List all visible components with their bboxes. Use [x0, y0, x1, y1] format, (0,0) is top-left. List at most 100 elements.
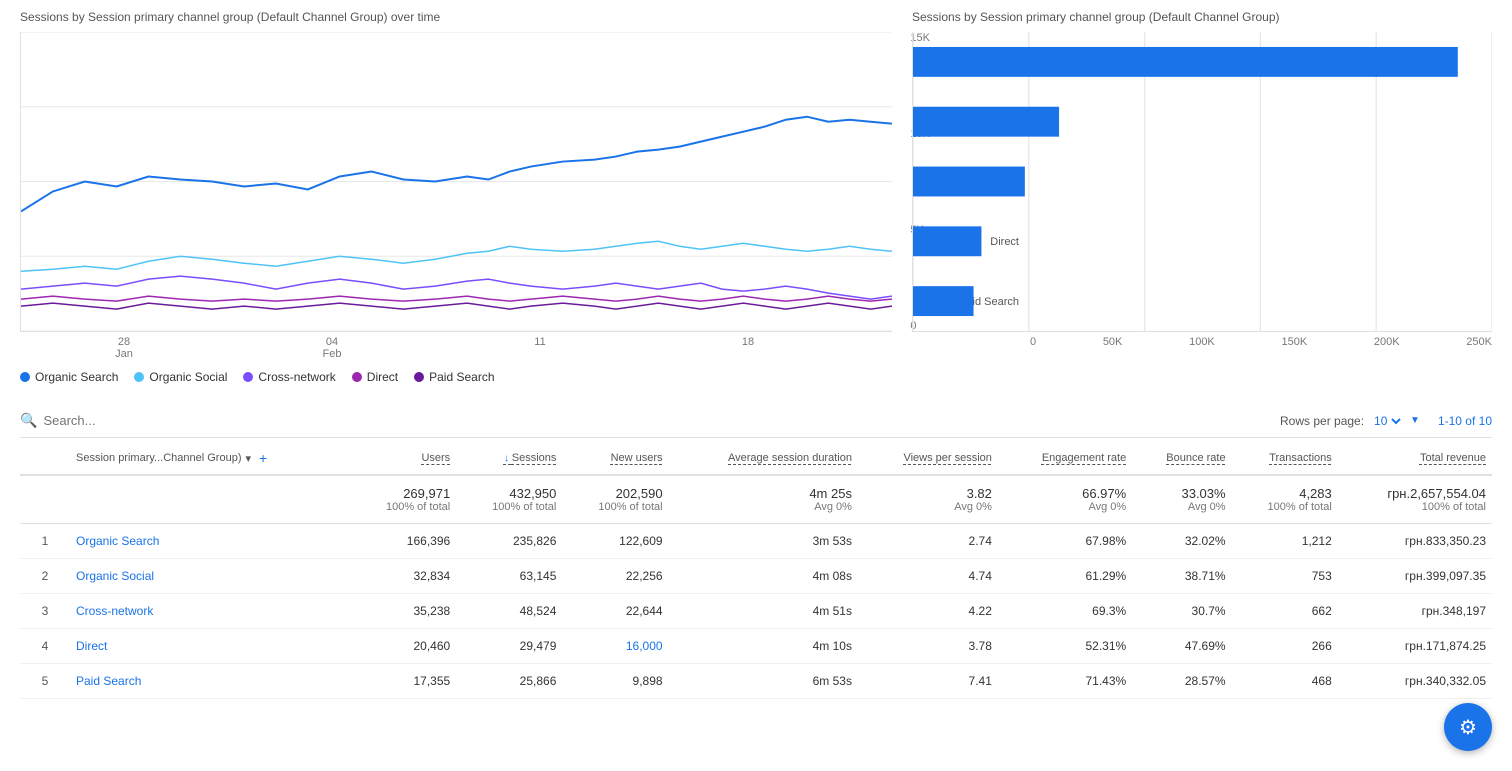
row-3-total-revenue: грн.348,197 — [1338, 594, 1492, 629]
legend-label-organic-search: Organic Search — [35, 370, 118, 384]
row-2-total-revenue: грн.399,097.35 — [1338, 559, 1492, 594]
total-engagement-rate-sub: Avg 0% — [1004, 501, 1126, 513]
total-transactions: 4,283 — [1238, 486, 1332, 501]
row-4-new-users: 16,000 — [562, 629, 668, 664]
rows-per-page-label: Rows per page: — [1280, 414, 1364, 428]
row-4-engagement-rate: 52.31% — [998, 629, 1132, 664]
search-icon: 🔍 — [20, 412, 37, 429]
row-3-users: 35,238 — [350, 594, 456, 629]
bar-x-axis: 0 50K 100K 150K 200K 250K — [912, 336, 1492, 348]
chevron-down-icon: ▼ — [1410, 415, 1420, 426]
bar-direct — [913, 226, 981, 256]
row-1-channel[interactable]: Organic Search — [70, 524, 350, 559]
bar-chart-title: Sessions by Session primary channel grou… — [912, 10, 1492, 24]
legend-item-direct: Direct — [352, 370, 398, 384]
fab-settings-button[interactable]: ⚙ — [1444, 703, 1492, 751]
row-1-new-users: 122,609 — [562, 524, 668, 559]
row-1-transactions: 1,212 — [1232, 524, 1338, 559]
col-header-total-revenue[interactable]: Total revenue — [1338, 442, 1492, 475]
row-3-channel[interactable]: Cross-network — [70, 594, 350, 629]
col-header-channel[interactable]: Session primary...Channel Group) ▾ + — [70, 442, 350, 475]
row-2-bounce-rate: 38.71% — [1132, 559, 1231, 594]
total-bounce-rate-sub: Avg 0% — [1138, 501, 1225, 513]
row-3-engagement-rate: 69.3% — [998, 594, 1132, 629]
col-header-views-per-session[interactable]: Views per session — [858, 442, 998, 475]
row-2-engagement-rate: 61.29% — [998, 559, 1132, 594]
row-5-channel[interactable]: Paid Search — [70, 664, 350, 699]
row-4-avg-session: 4m 10s — [669, 629, 858, 664]
total-revenue: грн.2,657,554.04 — [1344, 486, 1486, 501]
legend-dot-paid-search — [414, 372, 424, 382]
bottom-section: 🔍 Rows per page: 10 25 50 ▼ 1-10 of 10 S… — [0, 394, 1512, 709]
row-3-bounce-rate: 30.7% — [1132, 594, 1231, 629]
col-header-channel-label: Session primary...Channel Group) — [76, 452, 241, 464]
total-sessions: 432,950 — [462, 486, 556, 501]
rows-per-page-select[interactable]: 10 25 50 — [1370, 413, 1404, 429]
page-info: 1-10 of 10 — [1438, 414, 1492, 428]
row-1-index: 1 — [20, 524, 70, 559]
row-1-views-per-session: 2.74 — [858, 524, 998, 559]
data-table: Session primary...Channel Group) ▾ + Use… — [20, 442, 1492, 699]
row-5-index: 5 — [20, 664, 70, 699]
table-row: 1 Organic Search 166,396 235,826 122,609… — [20, 524, 1492, 559]
row-5-total-revenue: грн.340,332.05 — [1338, 664, 1492, 699]
total-users: 269,971 — [356, 486, 450, 501]
col-header-engagement-rate[interactable]: Engagement rate — [998, 442, 1132, 475]
table-row: 2 Organic Social 32,834 63,145 22,256 4m… — [20, 559, 1492, 594]
col-header-sessions[interactable]: ↓ Sessions — [456, 442, 562, 475]
legend-label-paid-search: Paid Search — [429, 370, 494, 384]
total-revenue-sub: 100% of total — [1344, 501, 1486, 513]
row-5-engagement-rate: 71.43% — [998, 664, 1132, 699]
row-4-total-revenue: грн.171,874.25 — [1338, 629, 1492, 664]
col-header-users[interactable]: Users — [350, 442, 456, 475]
table-row: 3 Cross-network 35,238 48,524 22,644 4m … — [20, 594, 1492, 629]
row-2-transactions: 753 — [1232, 559, 1338, 594]
row-3-sessions: 48,524 — [456, 594, 562, 629]
line-chart-section: Sessions by Session primary channel grou… — [20, 10, 892, 394]
col-header-bounce-rate[interactable]: Bounce rate — [1132, 442, 1231, 475]
total-users-sub: 100% of total — [356, 501, 450, 513]
row-4-sessions: 29,479 — [456, 629, 562, 664]
legend-item-paid-search: Paid Search — [414, 370, 494, 384]
col-add-icon[interactable]: + — [259, 450, 267, 466]
row-5-transactions: 468 — [1232, 664, 1338, 699]
total-sessions-sub: 100% of total — [462, 501, 556, 513]
col-dropdown-icon[interactable]: ▾ — [245, 452, 251, 465]
search-box[interactable]: 🔍 — [20, 412, 243, 429]
col-header-new-users[interactable]: New users — [562, 442, 668, 475]
row-5-new-users: 9,898 — [562, 664, 668, 699]
row-2-users: 32,834 — [350, 559, 456, 594]
row-3-views-per-session: 4.22 — [858, 594, 998, 629]
bar-paid-search — [913, 286, 974, 316]
row-3-avg-session: 4m 51s — [669, 594, 858, 629]
row-2-new-users: 22,256 — [562, 559, 668, 594]
total-bounce-rate: 33.03% — [1138, 486, 1225, 501]
row-1-total-revenue: грн.833,350.23 — [1338, 524, 1492, 559]
bar-chart-svg — [913, 32, 1492, 331]
row-5-avg-session: 6m 53s — [669, 664, 858, 699]
bar-organic-search — [913, 47, 1458, 77]
row-4-views-per-session: 3.78 — [858, 629, 998, 664]
row-2-views-per-session: 4.74 — [858, 559, 998, 594]
legend-label-direct: Direct — [367, 370, 398, 384]
row-2-channel[interactable]: Organic Social — [70, 559, 350, 594]
row-5-bounce-rate: 28.57% — [1132, 664, 1231, 699]
row-1-avg-session: 3m 53s — [669, 524, 858, 559]
row-5-sessions: 25,866 — [456, 664, 562, 699]
row-2-sessions: 63,145 — [456, 559, 562, 594]
legend-label-organic-social: Organic Social — [149, 370, 227, 384]
search-input[interactable] — [43, 413, 243, 428]
row-1-sessions: 235,826 — [456, 524, 562, 559]
col-header-transactions[interactable]: Transactions — [1232, 442, 1338, 475]
row-4-channel[interactable]: Direct — [70, 629, 350, 664]
row-3-index: 3 — [20, 594, 70, 629]
search-row: 🔍 Rows per page: 10 25 50 ▼ 1-10 of 10 — [20, 404, 1492, 438]
table-row: 5 Paid Search 17,355 25,866 9,898 6m 53s… — [20, 664, 1492, 699]
col-header-avg-session[interactable]: Average session duration — [669, 442, 858, 475]
row-3-transactions: 662 — [1232, 594, 1338, 629]
total-avg-session: 4m 25s — [675, 486, 852, 501]
row-2-avg-session: 4m 08s — [669, 559, 858, 594]
bar-organic-social — [913, 107, 1059, 137]
row-1-users: 166,396 — [350, 524, 456, 559]
row-4-index: 4 — [20, 629, 70, 664]
